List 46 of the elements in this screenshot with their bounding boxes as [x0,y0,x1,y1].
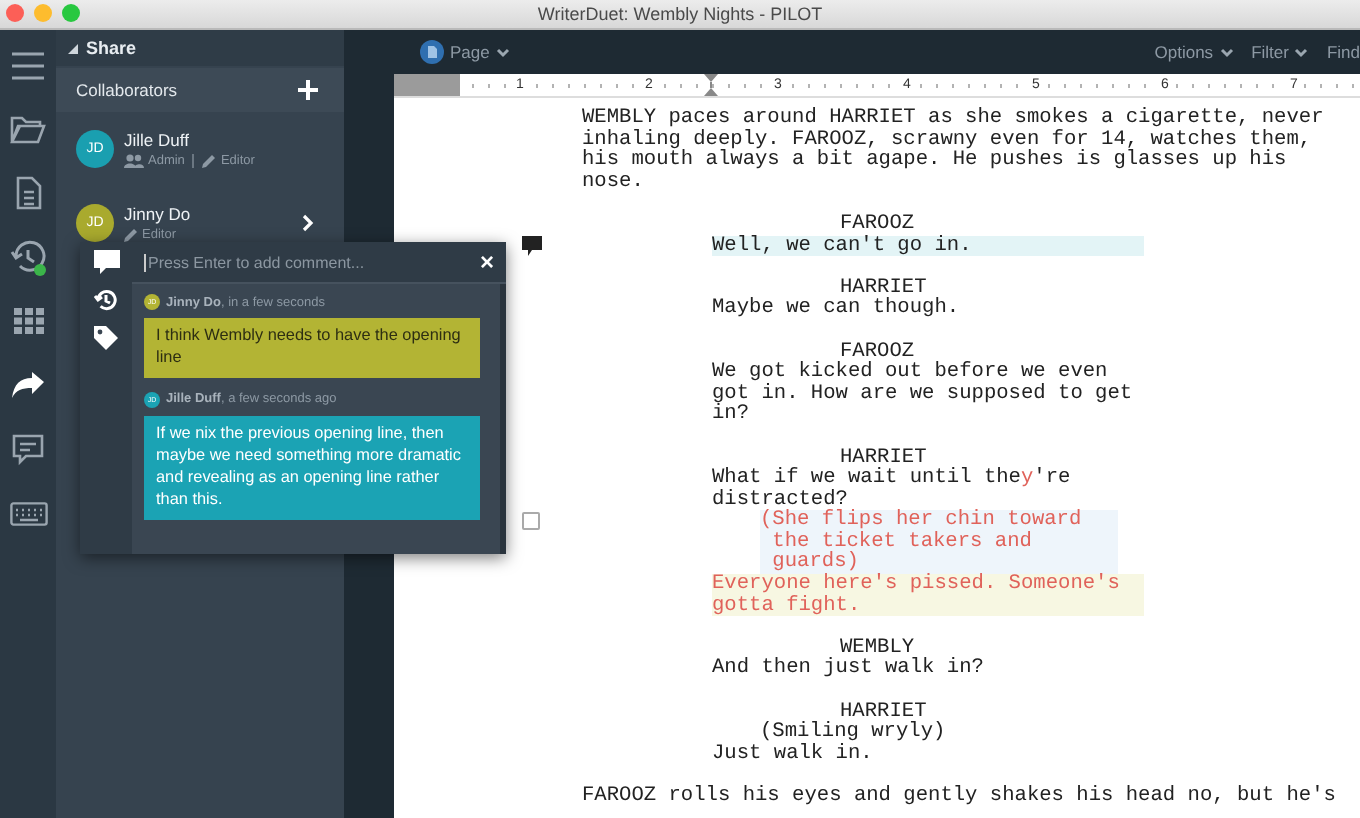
ruler-margin [394,74,460,96]
dialogue-text: We got kicked out before we even got in. How are we supposed to get in? [712,362,1135,426]
action-text: FAROOZ rolls his eyes and gently shakes his head no, but he's [582,786,1338,808]
toolbar-menu[interactable]: Options [1154,42,1234,62]
collaborators-title: Collaborators [76,80,178,100]
tag-icon[interactable] [94,326,118,350]
dialogue-text: What if we wait until they're distracted? [712,468,1071,511]
close-button[interactable]: × [475,250,498,274]
chevron-right-icon[interactable] [302,214,314,232]
dialogue-text: Maybe we can though. [712,298,962,320]
caret-icon [1219,47,1234,57]
action-text: WEMBLY paces around HARRIET as she smokes a cigarette, never inhaling deeply. FAROOZ, scrawny even for 14, watches them, his mouth always a bit agape. He pushes is glasses up his nose. [582,108,1326,193]
character-name: HARRIET [840,277,927,299]
toolbar-menu[interactable]: Filter [1251,42,1309,62]
character-name: HARRIET [840,447,927,469]
history-icon[interactable] [94,288,118,312]
people-icon [124,154,144,168]
document-icon [420,40,444,64]
add-icon[interactable] [298,80,318,100]
page-dropdown[interactable]: Page [420,40,510,64]
dialogue-text: Just walk in. [712,743,875,765]
dialogue-text: Everyone here's pissed. Someone's gotta fight. [712,574,1145,617]
parenthetical-text: (Smiling wryly) [760,722,948,744]
comment-marker-icon[interactable] [522,235,542,256]
indent-marker-icon[interactable] [704,74,718,96]
dialogue-text: Well, we can't go in. [712,235,1145,257]
window-title: WriterDuet: Wembly Nights - PILOT [537,4,823,24]
comment-icon[interactable] [93,250,119,274]
toolbar-menu[interactable]: Find [1326,42,1360,62]
share-heading: Share [86,38,137,58]
character-name: WEMBLY [840,637,915,659]
parenthetical-text: (She flips her chin toward the ticket takers and guards) [760,510,1119,575]
collapse-triangle-icon[interactable] [68,43,78,53]
collaborator-name: Jinny Do [124,204,191,224]
comment-bubble: I think Wembly needs to have the opening line [144,318,480,378]
character-name: FAROOZ [840,341,915,363]
checkbox[interactable] [522,512,540,531]
caret-icon [1294,47,1309,57]
comment-bubble: If we nix the previous opening line, then maybe we need something more dramatic and revealing as an opening line rather than this. [144,415,480,520]
collaborator-name: Jille Duff [124,130,191,150]
pencil-icon [202,154,217,168]
caret-icon [495,47,510,57]
dialogue-text: And then just walk in? [712,658,986,681]
character-name: FAROOZ [840,213,917,236]
comment-input[interactable]: Press Enter to add comment... × [132,242,506,284]
character-name: HARRIET [840,701,927,723]
